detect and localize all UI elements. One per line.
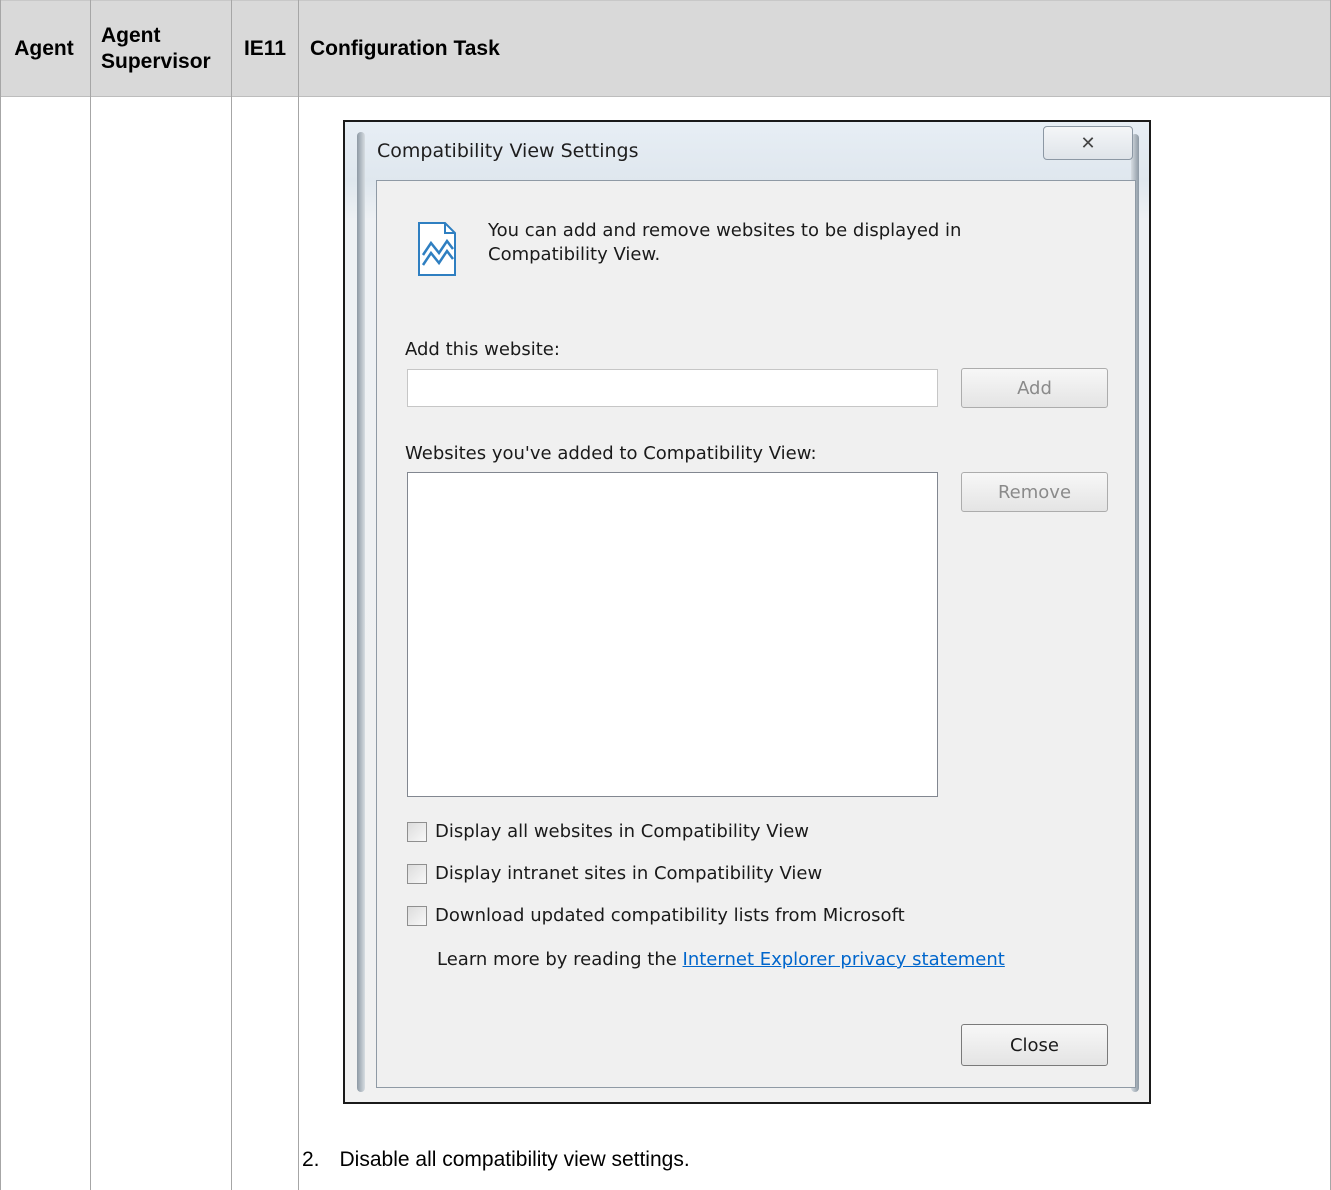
checkbox-download-lists[interactable]	[407, 905, 427, 926]
websites-list-label: Websites you've added to Compatibility V…	[405, 443, 817, 464]
window-frame-edge	[357, 132, 365, 1092]
column-divider	[231, 0, 232, 1190]
step-number: 2.	[302, 1148, 320, 1171]
column-divider	[298, 0, 299, 1190]
close-icon[interactable]: ✕	[1043, 126, 1133, 160]
intro-text: You can add and remove websites to be di…	[488, 220, 962, 265]
privacy-statement-link[interactable]: Internet Explorer privacy statement	[683, 949, 1005, 970]
checkbox-intranet-sites[interactable]	[407, 863, 427, 884]
checkbox-row-intranet[interactable]: Display intranet sites in Compatibility …	[407, 863, 822, 884]
compatibility-view-dialog-screenshot: Compatibility View Settings ✕ You can ad…	[343, 120, 1151, 1104]
add-website-input[interactable]	[407, 369, 938, 407]
configuration-table: Agent Agent Supervisor IE11 Configuratio…	[0, 0, 1331, 1190]
column-divider	[90, 0, 91, 1190]
add-button[interactable]: Add	[961, 368, 1108, 408]
header-agent: Agent	[14, 36, 74, 60]
step-text: Disable all compatibility view settings.	[339, 1148, 690, 1171]
header-configuration-task: Configuration Task	[310, 36, 500, 60]
header-ie11: IE11	[243, 36, 287, 60]
compatibility-view-icon	[418, 222, 456, 276]
header-agent-supervisor: Agent Supervisor	[101, 23, 211, 73]
step-instruction: 2. Disable all compatibility view settin…	[302, 1148, 690, 1172]
close-button[interactable]: Close	[961, 1024, 1108, 1066]
add-website-label: Add this website:	[405, 339, 560, 360]
dialog-client-area: You can add and remove websites to be di…	[376, 180, 1136, 1088]
checkbox-row-all-websites[interactable]: Display all websites in Compatibility Vi…	[407, 821, 809, 842]
column-divider	[0, 0, 1, 1190]
remove-button[interactable]: Remove	[961, 472, 1108, 512]
learn-more-text: Learn more by reading the Internet Explo…	[437, 949, 1005, 970]
websites-listbox[interactable]	[407, 472, 938, 797]
checkbox-row-download[interactable]: Download updated compatibility lists fro…	[407, 905, 905, 926]
checkbox-all-websites[interactable]	[407, 821, 427, 842]
dialog-title: Compatibility View Settings	[377, 140, 639, 162]
